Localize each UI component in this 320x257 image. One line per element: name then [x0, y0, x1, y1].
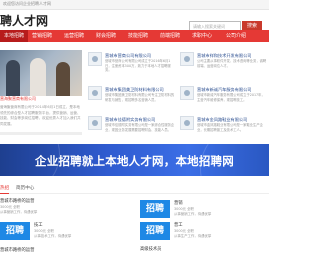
hero-caption[interactable]: 营海聚营商有限公司	[0, 96, 82, 104]
job-item[interactable]: 营城市祥和技术开发有限公司 公司主要从事软件开发、技术咨询等业务，诚聘前端、运营…	[180, 52, 268, 86]
nav-item-marketing[interactable]: 营销招聘	[32, 30, 52, 42]
recruit-badge: 招聘	[140, 200, 170, 218]
promo-banner[interactable]: 企业招聘就上本地人才网，本地招聘网	[0, 144, 269, 176]
section-tabs: 热招 简历中心	[0, 184, 269, 194]
site-header: 聘人才网 请输入搜索关键词 搜索	[0, 10, 269, 31]
item-title[interactable]: 高级技术员	[140, 246, 161, 252]
company-desc: 营城市集团美卫防材料有限公司专注卫防材料的研发与销售，现招聘多名营销人员。	[105, 93, 175, 102]
company-logo-icon	[88, 116, 102, 130]
nav-item-skills[interactable]: 技能招聘	[128, 30, 148, 42]
nav-item-jobseeker[interactable]: 求职中心	[192, 30, 212, 42]
main-nav: 本地招聘 营销招聘 运营招聘 财会招聘 技能招聘 前端招聘 求职中心 公司介绍	[0, 30, 269, 42]
recruit-badge: 招聘	[0, 222, 30, 240]
list-item[interactable]: 营城市路桥的运营 3000元 全职 从事营销工作，待遇优厚	[0, 198, 130, 222]
tab-resume[interactable]: 简历中心	[16, 184, 34, 193]
item-desc: 从事技术工作，待遇优厚	[34, 234, 72, 238]
item-title[interactable]: 营城市路桥的运营	[0, 247, 34, 253]
hero-pager[interactable]	[0, 132, 82, 135]
item-desc: 从事营销工作，待遇优厚	[0, 210, 38, 214]
company-desc: 营城市新诚汽车服务有限公司成立于2017年，主营汽车维修保养，现招聘技工。	[197, 93, 265, 102]
company-logo-icon	[180, 116, 194, 130]
nav-item-frontend[interactable]: 前端招聘	[160, 30, 180, 42]
hero-image[interactable]	[0, 50, 82, 96]
company-logo-icon	[180, 52, 194, 66]
nav-item-local[interactable]: 本地招聘	[0, 30, 29, 42]
welcome-text: 欢迎您访问企业招聘人才网	[3, 1, 51, 6]
nav-item-about[interactable]: 公司介绍	[226, 30, 246, 42]
list-item[interactable]: 招聘 普工 3000元 全职 从事生产工作，待遇优厚	[140, 222, 270, 246]
company-desc: 营城市金凤路鞋业有限公司是一家鞋业生产企业，长期招聘普工及技术工人。	[197, 123, 263, 132]
list-item[interactable]: 招聘 营销 3000元 全职 从事营销工作，待遇优厚	[140, 200, 270, 224]
company-desc: 营城市营商公司有限公司成立于2016年6月1日，注册资本500万，致力于本地人才…	[105, 59, 171, 73]
hero-text: 营海聚营商有限公司于2014年6月1日成立，是本地领先的综合型人才招聘服务平台，…	[0, 105, 81, 126]
site-title: 聘人才网	[0, 14, 49, 28]
item-desc: 从事营销工作，待遇优厚	[174, 212, 212, 216]
top-bar: 欢迎您访问企业招聘人才网	[0, 0, 269, 10]
banner-text: 企业招聘就上本地人才网，本地招聘网	[35, 154, 234, 168]
job-item[interactable]: 营城市营商公司有限公司 营城市营商公司有限公司成立于2016年6月1日，注册资本…	[88, 52, 176, 86]
list-item[interactable]: 营城市路桥的运营	[0, 247, 130, 257]
item-desc: 从事生产工作，待遇优厚	[174, 234, 212, 238]
nav-item-operations[interactable]: 运营招聘	[64, 30, 84, 42]
tab-hot[interactable]: 热招	[0, 184, 10, 194]
recruit-badge: 招聘	[140, 222, 170, 240]
company-desc: 公司主要从事软件开发、技术咨询等业务，诚聘前端、运营岗位人才。	[197, 59, 267, 68]
company-logo-icon	[88, 86, 102, 100]
company-logo-icon	[180, 86, 194, 100]
nav-item-finance[interactable]: 财会招聘	[96, 30, 116, 42]
list-item[interactable]: 高级技术员	[140, 246, 270, 257]
list-item[interactable]: 招聘 技工 3000元 全职 从事技术工作，待遇优厚	[0, 222, 130, 246]
company-logo-icon	[88, 52, 102, 66]
job-item[interactable]: 营城市新诚汽车服务有限公司 营城市新诚汽车服务有限公司成立于2017年，主营汽车…	[180, 86, 268, 120]
job-item[interactable]: 营城市集团美卫防材料有限公司 营城市集团美卫防材料有限公司专注卫防材料的研发与销…	[88, 86, 176, 120]
company-desc: 营城市佳德附实务有限公司是一家综合性服务企业，现因业务发展需要招聘财会、技能人员…	[105, 123, 175, 132]
